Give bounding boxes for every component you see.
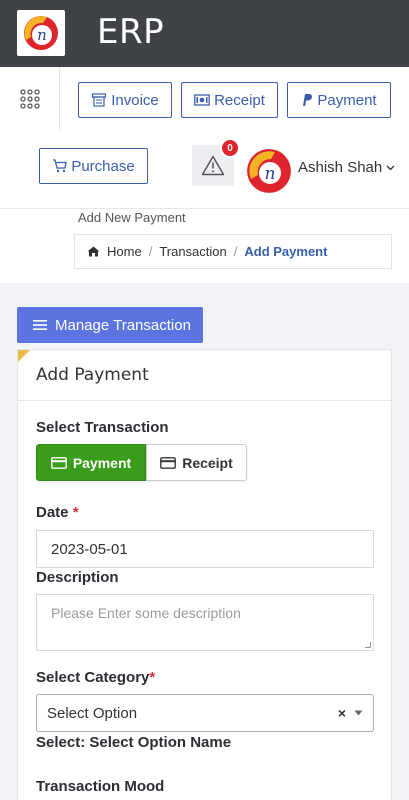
required-mark: * <box>72 504 79 521</box>
app-logo[interactable]: n <box>17 10 65 56</box>
transaction-mood-label: Transaction Mood <box>36 778 165 795</box>
breadcrumb-current: Add Payment <box>244 244 328 259</box>
date-label-text: Date <box>36 504 69 521</box>
purchase-button[interactable]: Purchase <box>39 148 148 184</box>
select-hint: Select: Select Option Name <box>36 734 232 751</box>
date-value: 2023-05-01 <box>51 540 128 558</box>
transaction-option-receipt-label: Receipt <box>182 454 233 471</box>
warning-icon <box>201 155 225 176</box>
avatar[interactable]: n <box>247 149 291 193</box>
purchase-label: Purchase <box>71 157 135 175</box>
invoice-label: Invoice <box>111 91 159 109</box>
breadcrumb-separator: / <box>148 244 153 259</box>
header: Invoice Receipt Payment Purchase 0 n Ash… <box>0 67 409 209</box>
manage-transaction-label: Manage Transaction <box>55 316 191 334</box>
required-mark: * <box>149 669 156 686</box>
date-input[interactable]: 2023-05-01 <box>36 530 374 568</box>
breadcrumb-transaction[interactable]: Transaction <box>159 244 226 259</box>
invoice-button[interactable]: Invoice <box>78 82 172 118</box>
user-name: Ashish Shah <box>298 159 383 176</box>
description-placeholder: Please Enter some description <box>51 605 241 621</box>
add-payment-card: Add Payment Select Transaction Payment R… <box>17 349 392 800</box>
credit-card-icon <box>50 456 67 469</box>
transaction-option-payment-label: Payment <box>72 454 132 471</box>
svg-text:n: n <box>37 26 47 44</box>
top-bar: n ERP <box>0 0 409 67</box>
manage-transaction-button[interactable]: Manage Transaction <box>17 307 203 343</box>
paypal-icon <box>303 94 313 106</box>
card-header: Add Payment <box>18 350 391 401</box>
payment-label: Payment <box>317 91 377 109</box>
receipt-label: Receipt <box>214 91 265 109</box>
category-label: Select Category* <box>36 669 155 686</box>
app-title: ERP <box>97 12 165 52</box>
category-select[interactable]: Select Option × <box>36 694 374 732</box>
breadcrumb: Home / Transaction / Add Payment <box>74 234 392 269</box>
resize-handle[interactable] <box>365 642 371 648</box>
chevron-down-icon <box>386 165 395 170</box>
caret-down-icon[interactable] <box>354 710 363 716</box>
date-label: Date * <box>36 504 79 521</box>
money-bill-icon <box>194 94 210 106</box>
svg-text:n: n <box>265 164 276 184</box>
category-selected-value: Select Option <box>47 704 138 722</box>
list-icon <box>33 320 47 330</box>
user-menu[interactable]: Ashish Shah <box>298 159 395 176</box>
receipt-button[interactable]: Receipt <box>181 82 278 118</box>
breadcrumb-home[interactable]: Home <box>107 244 142 259</box>
payment-button[interactable]: Payment <box>287 82 391 118</box>
transaction-option-receipt[interactable]: Receipt <box>146 444 247 481</box>
cart-icon <box>53 159 68 173</box>
select-transaction-label: Select Transaction <box>36 419 169 436</box>
breadcrumb-area: Add New Payment Home / Transaction / Add… <box>0 209 409 283</box>
description-textarea[interactable]: Please Enter some description <box>36 594 374 651</box>
notification-badge: 0 <box>220 138 240 158</box>
description-label: Description <box>36 569 119 586</box>
home-icon <box>87 246 100 257</box>
apps-grid-button[interactable] <box>0 67 60 131</box>
card-title: Add Payment <box>36 365 149 385</box>
clear-icon[interactable]: × <box>338 705 346 721</box>
apps-grid-icon <box>19 89 40 109</box>
category-label-text: Select Category <box>36 669 150 686</box>
select-controls: × <box>338 705 363 721</box>
breadcrumb-separator: / <box>233 244 238 259</box>
credit-card-icon <box>160 456 177 469</box>
invoice-icon <box>92 93 107 107</box>
transaction-option-payment[interactable]: Payment <box>36 444 146 481</box>
page-heading: Add New Payment <box>78 210 186 225</box>
